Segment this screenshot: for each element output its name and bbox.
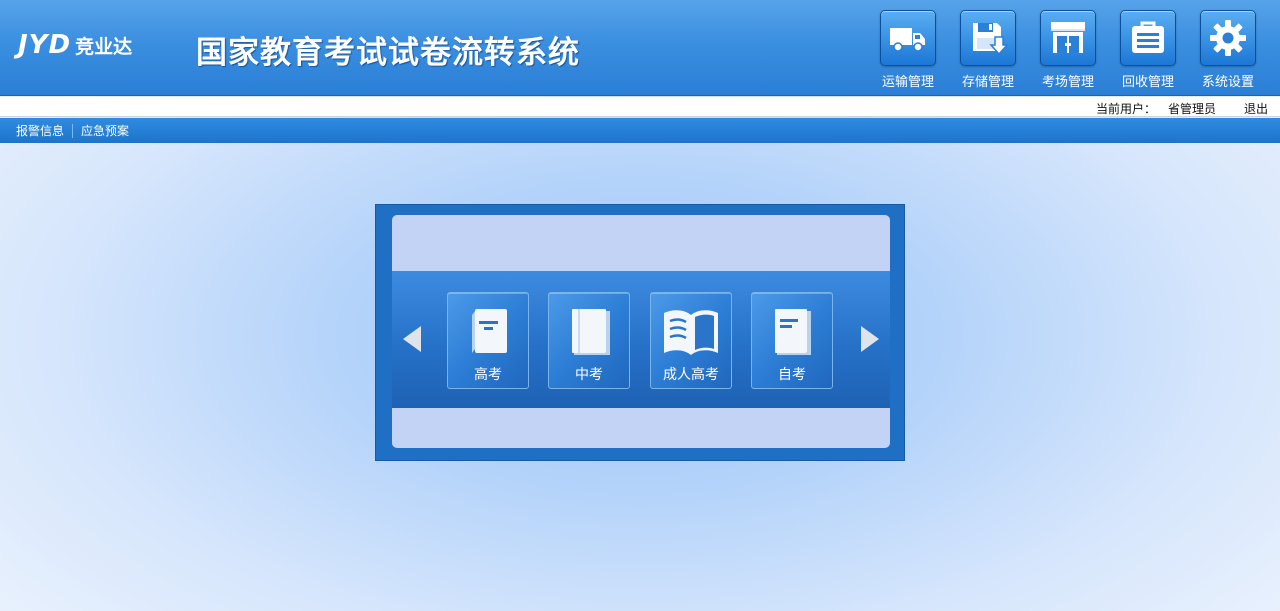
carousel-next-arrow[interactable] [861, 326, 879, 352]
current-user-label: 当前用户： [1095, 102, 1156, 116]
nav-transport-management[interactable]: 运输管理 [868, 10, 948, 90]
main-nav: 运输管理 存储管理 考场管理 回收管理 系统设置 [868, 10, 1268, 90]
current-user-name: 省管理员 [1167, 102, 1216, 116]
nav-storage-management[interactable]: 存储管理 [948, 10, 1028, 90]
exam-tile-label: 中考 [575, 367, 603, 383]
book-closed-icon [572, 309, 610, 355]
briefcase-icon [1120, 10, 1176, 66]
nav-system-settings[interactable]: 系统设置 [1188, 10, 1268, 90]
user-bar: 当前用户： 省管理员 退出 [0, 97, 1280, 117]
gear-icon [1200, 10, 1256, 66]
submenu-alarm-info[interactable]: 报警信息 [8, 123, 74, 138]
nav-label: 存储管理 [961, 75, 1014, 90]
exam-tile-adult-gaokao[interactable]: 成人高考 [650, 292, 732, 389]
system-title: 国家教育考试试卷流转系统 [196, 35, 580, 71]
brand-logo: JYD 竞业达 [18, 30, 132, 60]
exam-type-panel: 高考 中考 成人高考 自考 [375, 204, 905, 461]
exam-type-carousel: 高考 中考 成人高考 自考 [392, 271, 890, 408]
floppy-download-icon [960, 10, 1016, 66]
header-bar: JYD 竞业达 国家教育考试试卷流转系统 运输管理 存储管理 考场管理 回收管理… [0, 0, 1280, 96]
logo-mark: JYD [18, 30, 72, 60]
nav-label: 回收管理 [1121, 75, 1174, 90]
sub-menu-bar: 报警信息 应急预案 [0, 118, 1280, 143]
storefront-icon [1040, 10, 1096, 66]
nav-label: 系统设置 [1201, 75, 1254, 90]
exam-tile-label: 成人高考 [663, 367, 719, 383]
book-open-icon [664, 310, 718, 355]
exam-tile-gaokao[interactable]: 高考 [447, 292, 529, 389]
exam-tile-zhongkao[interactable]: 中考 [548, 292, 630, 389]
nav-exam-room-management[interactable]: 考场管理 [1028, 10, 1108, 90]
carousel-prev-arrow[interactable] [403, 326, 421, 352]
logout-link[interactable]: 退出 [1244, 100, 1268, 117]
logo-company-name: 竞业达 [75, 36, 133, 58]
exam-type-panel-inner: 高考 中考 成人高考 自考 [392, 215, 890, 448]
nav-recovery-management[interactable]: 回收管理 [1108, 10, 1188, 90]
book-icon [472, 309, 507, 353]
nav-label: 考场管理 [1041, 75, 1094, 90]
exam-tile-label: 高考 [474, 367, 502, 383]
exam-tile-self-study[interactable]: 自考 [751, 292, 833, 389]
truck-icon [880, 10, 936, 66]
submenu-emergency-plan[interactable]: 应急预案 [73, 124, 137, 138]
exam-tile-label: 自考 [778, 367, 806, 383]
nav-label: 运输管理 [881, 75, 934, 90]
book-icon [775, 309, 811, 355]
